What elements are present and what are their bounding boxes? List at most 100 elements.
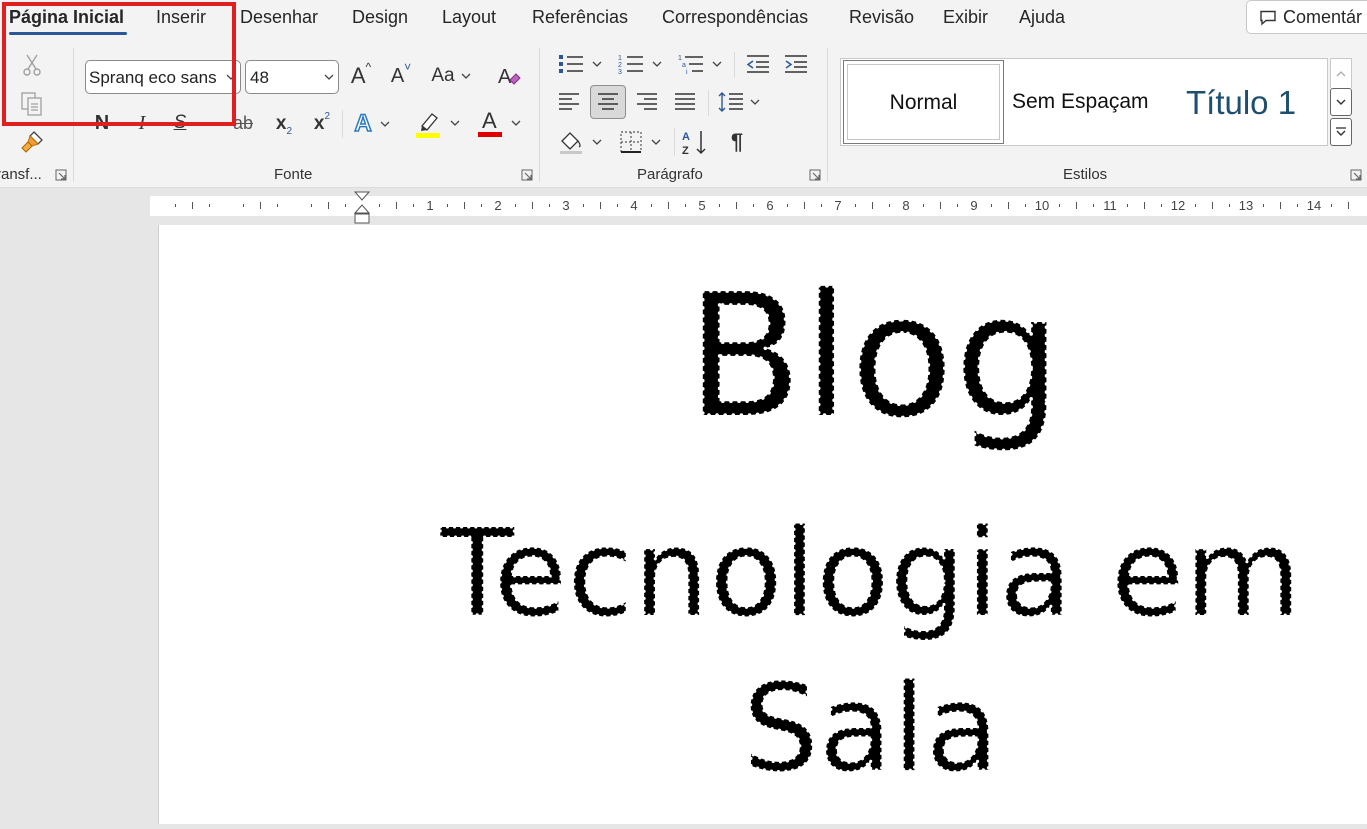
highlighter-icon [416,113,440,138]
comments-button[interactable]: Comentár [1246,0,1367,34]
clear-formatting-button[interactable]: A [494,60,524,92]
justify-button[interactable] [670,86,700,118]
ruler-tick [1331,204,1332,207]
ruler-number: 5 [698,198,706,213]
numbering-button[interactable]: 1 2 3 [614,50,666,78]
bold-button[interactable]: N [88,108,116,138]
multilevel-list-button[interactable]: 1 a i [674,50,726,78]
style-title-1[interactable]: Título 1 [1186,84,1322,122]
tab-layout[interactable]: Layout [442,7,496,28]
bullets-button[interactable] [554,50,606,78]
sort-button[interactable]: A Z [678,126,712,158]
ruler-tick [1008,202,1009,209]
align-center-button[interactable] [590,85,626,119]
svg-text:A: A [682,131,690,143]
dialog-launcher-icon[interactable] [1350,169,1362,181]
change-case-button[interactable]: Aa [426,60,476,92]
ruler-tick [787,204,788,207]
align-right-button[interactable] [632,86,662,118]
font-size-combobox[interactable]: 48 [245,60,339,94]
tab-ajuda[interactable]: Ajuda [1019,7,1065,28]
ruler-number: 2 [494,198,502,213]
align-right-icon [637,93,657,110]
ruler-tick [1297,204,1298,207]
tab-revisao[interactable]: Revisão [849,7,914,28]
style-normal[interactable]: Normal [843,60,1004,144]
comments-button-label: Comentár [1283,7,1363,27]
increase-indent-button[interactable] [782,50,810,78]
tab-correspondencias[interactable]: Correspondências [662,7,808,28]
tab-inserir[interactable]: Inserir [156,7,206,28]
ribbon: ransf... Spranq eco sans 48 A ^ A ˅ Aa A N… [0,40,1367,188]
ruler-tick [413,204,414,207]
ruler-tick [1144,202,1145,209]
svg-text:Z: Z [682,145,689,156]
ruler-tick [1161,204,1162,207]
gallery-scroll-up-button[interactable] [1330,58,1352,88]
ruler-tick [991,204,992,207]
superscript-button[interactable]: x2 [308,108,336,140]
indent-marker-icon[interactable] [353,191,371,225]
ruler-tick [889,204,890,207]
tab-desenhar[interactable]: Desenhar [240,7,318,28]
clear-formatting-icon: A [498,66,521,88]
strikethrough-button[interactable]: ab [226,108,260,138]
ruler-tick [821,204,822,207]
caret-down-icon: ˅ [404,60,412,74]
ruler-tick [855,204,856,207]
shading-button[interactable] [554,126,606,158]
chevron-down-icon [750,99,760,105]
style-no-spacing[interactable]: Sem Espaçam [1012,90,1158,114]
font-color-label: A [482,108,497,133]
borders-button[interactable] [614,126,666,158]
chevron-down-icon [651,139,661,145]
copy-button[interactable] [18,90,46,118]
align-left-button[interactable] [554,86,584,118]
grow-font-button[interactable]: A ^ [346,60,376,92]
tab-pagina-inicial[interactable]: Página Inicial [9,7,124,28]
tab-referencias[interactable]: Referências [532,7,628,28]
document-text: Blog Blog Tecnologia em Tecnologia em Sa… [438,256,1303,800]
subscript-button[interactable]: x2 [270,108,298,140]
text-highlight-button[interactable] [410,106,464,140]
chevron-down-icon [380,121,390,127]
dialog-launcher-icon[interactable] [521,169,533,181]
group-separator [73,48,74,182]
ruler-tick [1263,204,1264,207]
chevron-down-icon [592,139,602,145]
show-formatting-marks-button[interactable]: ¶ [722,126,752,158]
decrease-indent-button[interactable] [744,50,772,78]
ruler-tick [209,204,210,207]
tab-exibir[interactable]: Exibir [943,7,988,28]
dialog-launcher-icon[interactable] [809,169,821,181]
tab-design[interactable]: Design [352,7,408,28]
format-painter-button[interactable] [18,128,46,156]
gallery-more-button[interactable] [1330,118,1352,146]
active-tab-indicator [9,32,127,35]
underline-button[interactable]: S [166,108,194,138]
ruler-number: 11 [1103,198,1117,213]
italic-button[interactable]: I [128,108,156,138]
document-page[interactable]: Blog Blog Tecnologia em Tecnologia em Sa… [158,225,1367,824]
multilevel-list-icon: 1 a i [678,55,703,75]
group-label-paragraph: Parágrafo [637,166,703,183]
ruler-tick [447,204,448,207]
ruler-tick [532,202,533,209]
font-name-combobox[interactable]: Spranq eco sans [85,60,241,94]
divider [342,110,343,138]
dialog-launcher-icon[interactable] [55,169,67,181]
chevron-down-icon [1336,99,1346,105]
underline-label: S [173,112,187,133]
ruler-tick [243,204,244,207]
text-effects-button[interactable]: A [348,108,396,140]
font-color-button[interactable]: A [472,106,526,140]
shrink-font-button[interactable]: A ˅ [386,60,416,92]
scissors-icon [23,54,41,76]
svg-text:3: 3 [618,69,622,75]
line-spacing-button[interactable] [714,86,764,118]
bold-label: N [94,111,110,134]
cut-button[interactable] [20,52,44,78]
ruler-number: 1 [426,198,434,213]
expand-gallery-icon [1336,127,1346,136]
gallery-scroll-down-button[interactable] [1330,88,1352,116]
